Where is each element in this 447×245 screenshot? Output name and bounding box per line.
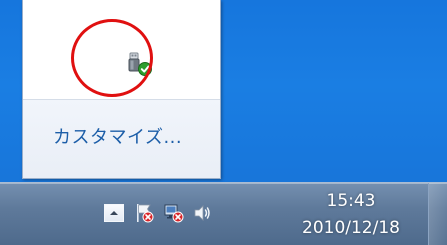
clock-time: 15:43 <box>326 191 376 211</box>
taskbar-clock[interactable]: 15:43 2010/12/18 <box>296 190 406 240</box>
clock-date: 2010/12/18 <box>302 218 400 238</box>
highlight-circle-annotation <box>71 19 153 97</box>
desktop-background: カスタマイズ... 15:43 2010/12/18 <box>0 0 447 245</box>
show-hidden-icons-button[interactable] <box>104 204 124 222</box>
taskbar-shine <box>0 183 447 184</box>
chevron-up-icon <box>110 211 118 215</box>
volume-icon[interactable] <box>191 201 215 225</box>
show-desktop-button[interactable] <box>428 183 447 245</box>
taskbar: 15:43 2010/12/18 <box>0 182 447 245</box>
customize-link[interactable]: カスタマイズ... <box>53 123 182 149</box>
network-error-icon[interactable] <box>162 201 186 225</box>
action-center-flag-error-icon[interactable] <box>133 201 157 225</box>
